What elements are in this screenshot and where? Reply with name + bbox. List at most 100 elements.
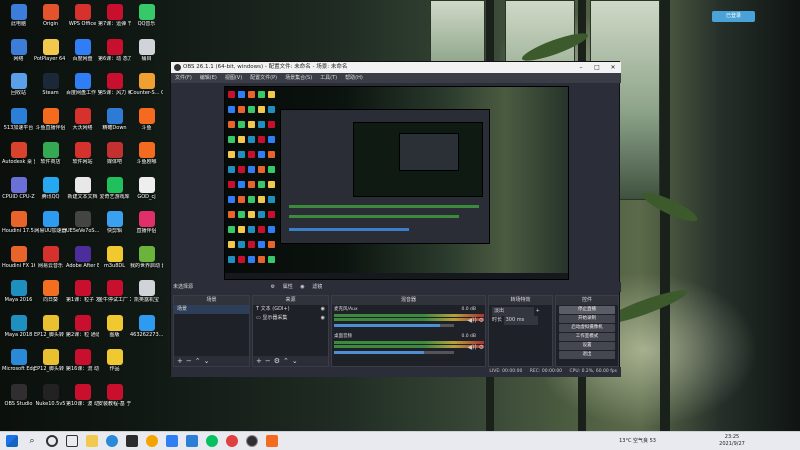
maximize-icon[interactable]: □ (589, 62, 605, 73)
menu-item[interactable]: 帮助(H) (345, 73, 363, 83)
desktop-icon[interactable]: GOD_cj (130, 175, 163, 209)
desktop-icon[interactable]: OBS Studio (2, 382, 35, 416)
desktop-icon[interactable]: WPS Office (66, 2, 99, 36)
virtual-camera-button[interactable]: 启动虚拟摄像机 (559, 324, 615, 332)
speaker-icon[interactable]: ◀)) ⚙ (467, 344, 484, 351)
task-view-icon[interactable] (66, 435, 78, 447)
desktop-icon[interactable]: 463262273... (130, 313, 163, 347)
desktop-icon[interactable]: QQ音乐 (130, 2, 163, 36)
app-icon[interactable] (226, 435, 238, 447)
desktop-icon[interactable]: 腾讯QQ (34, 175, 67, 209)
desktop-icon[interactable]: 图版 (98, 313, 131, 347)
desktop-icon[interactable]: UE5eVe7oS... (66, 209, 99, 243)
desktop-icon[interactable]: Counter-S... Global Off... (130, 71, 163, 105)
store-icon[interactable] (126, 435, 138, 447)
move-up-icon[interactable]: ⌃ (195, 357, 204, 365)
desktop-icon[interactable]: 第7课：运弹 节点（bo... (98, 2, 131, 36)
menu-item[interactable]: 工具(T) (320, 73, 337, 83)
desktop-icon[interactable]: 软件网站 (66, 140, 99, 174)
file-explorer-icon[interactable] (86, 435, 98, 447)
desktop-icon[interactable]: 513加速平台 (2, 106, 35, 140)
desktop-icon[interactable]: 斗鱼直播伴侣 (34, 106, 67, 140)
volume-slider[interactable] (334, 351, 454, 354)
wechat-icon[interactable] (206, 435, 218, 447)
desktop-icon[interactable]: Houdini FX 16.5.268 (2, 244, 35, 278)
filters-button[interactable]: 滤镜 (312, 282, 322, 292)
source-item[interactable]: T 文本 (GDI+) ◉ (253, 305, 328, 314)
desktop-icon[interactable]: 作品 (98, 347, 131, 381)
remove-icon[interactable]: − (186, 357, 195, 365)
desktop-icon[interactable]: m3u8DL (98, 244, 131, 278)
desktop-icon[interactable]: 桶目 (130, 37, 163, 71)
desktop-icon[interactable]: 媒体吧 (98, 140, 131, 174)
desktop-icon[interactable]: 第6课：动 态力和布约 (98, 37, 131, 71)
scene-item[interactable]: 场景 (174, 305, 249, 314)
desktop-icon[interactable]: 爱奇艺游戏库 (98, 175, 131, 209)
menu-item[interactable]: 配置文件(P) (250, 73, 277, 83)
start-recording-button[interactable]: 开始录制 (559, 315, 615, 323)
menu-item[interactable]: 视图(V) (225, 73, 242, 83)
speaker-icon[interactable]: ◀)) ⚙ (467, 317, 484, 324)
desktop-icon[interactable]: 大沃网络 (66, 106, 99, 140)
desktop-icon[interactable]: Origin (34, 2, 67, 36)
search-icon[interactable]: ⌕ (26, 435, 38, 447)
exit-button[interactable]: 退出 (559, 351, 615, 359)
desktop-icon[interactable]: 网络 (2, 37, 35, 71)
desktop-icon[interactable]: 快剪辑 (98, 209, 131, 243)
source-item[interactable]: ▭ 显示器采集 ◉ (253, 314, 328, 323)
desktop-icon[interactable]: 金牛停试工厂 发布 (98, 278, 131, 312)
desktop-icon[interactable]: 第16课：流 动粒子旋转 (66, 347, 99, 381)
desktop-icon[interactable] (130, 382, 163, 416)
weather-widget[interactable]: 13°C 空气良 53 (619, 438, 656, 444)
move-down-icon[interactable]: ⌄ (204, 357, 213, 365)
menu-item[interactable]: 编辑(E) (200, 73, 217, 83)
desktop-icon[interactable]: 斗鱼剧哪 (130, 140, 163, 174)
desktop-icon[interactable]: 新建文本文档 (66, 175, 99, 209)
obs-taskbar-icon[interactable] (246, 435, 258, 447)
clock[interactable]: 23:25 2021/9/27 (712, 434, 752, 448)
desktop-icon[interactable]: 第5课：风力 和涡流 (98, 71, 131, 105)
remove-icon[interactable]: − (265, 357, 274, 365)
desktop-icon[interactable]: 我的世界启动 器 (130, 244, 163, 278)
desktop-icon[interactable]: Microsoft Edge (2, 347, 35, 381)
desktop-icon[interactable]: EP12_脚头转 录像2 (34, 347, 67, 381)
desktop-icon[interactable]: PotPlayer 64 bit (34, 37, 67, 71)
desktop-icon[interactable]: 安装教程-基 于Java的编辑器... (98, 382, 131, 416)
desktop-icon[interactable]: Nuke10.5v5 (34, 382, 67, 416)
properties-button[interactable]: 属性 (283, 282, 293, 292)
move-up-icon[interactable]: ⌃ (283, 357, 292, 365)
desktop-icon[interactable]: Steam (34, 71, 67, 105)
desktop-icon[interactable]: 百度网盘 (66, 37, 99, 71)
desktop-icon[interactable]: 第1课：粒子 发射器 (66, 278, 99, 312)
volume-slider[interactable] (334, 324, 454, 327)
desktop-icon[interactable]: Autodesk 桌 面应用程序 (2, 140, 35, 174)
cortana-icon[interactable] (46, 435, 58, 447)
desktop-icon[interactable]: EP12_脚头转 录像1 (34, 313, 67, 347)
edge-icon[interactable] (106, 435, 118, 447)
desktop-icon[interactable] (130, 347, 163, 381)
desktop-icon[interactable]: CPUID CPU-Z (2, 175, 35, 209)
chrome-icon[interactable] (146, 435, 158, 447)
stop-streaming-button[interactable]: 停止直播 (559, 306, 615, 314)
filter-icon[interactable]: ◉ (300, 282, 304, 292)
desktop-icon[interactable]: 直播伴侣 (130, 209, 163, 243)
settings-button[interactable]: 设置 (559, 342, 615, 350)
desktop-icon[interactable]: 凯英露机宝 (130, 278, 163, 312)
desktop-icon[interactable]: 网易云音乐 (34, 244, 67, 278)
transition-duration[interactable]: 时长 300 ms (489, 316, 552, 325)
eye-icon[interactable]: ◉ (321, 314, 325, 323)
eye-icon[interactable]: ◉ (321, 305, 325, 314)
login-widget[interactable]: 已登录 (712, 11, 755, 22)
desktop-icon[interactable]: Adobe After Effects CC ... (66, 244, 99, 278)
gear-icon[interactable]: ⚙ (274, 357, 283, 365)
add-icon[interactable]: + (256, 357, 265, 365)
transition-type-select[interactable]: 淡出 + (489, 307, 552, 316)
menu-item[interactable]: 文件(F) (175, 73, 192, 83)
desktop-icon[interactable]: 精確Down (98, 106, 131, 140)
download-icon[interactable] (186, 435, 198, 447)
desktop-icon[interactable]: Maya 2016 (2, 278, 35, 312)
move-down-icon[interactable]: ⌄ (292, 357, 301, 365)
desktop-icon[interactable]: 百度网盘工作 空间 (66, 71, 99, 105)
studio-mode-button[interactable]: 工作室模式 (559, 333, 615, 341)
desktop-icon[interactable]: 网易UU加速器 (34, 209, 67, 243)
